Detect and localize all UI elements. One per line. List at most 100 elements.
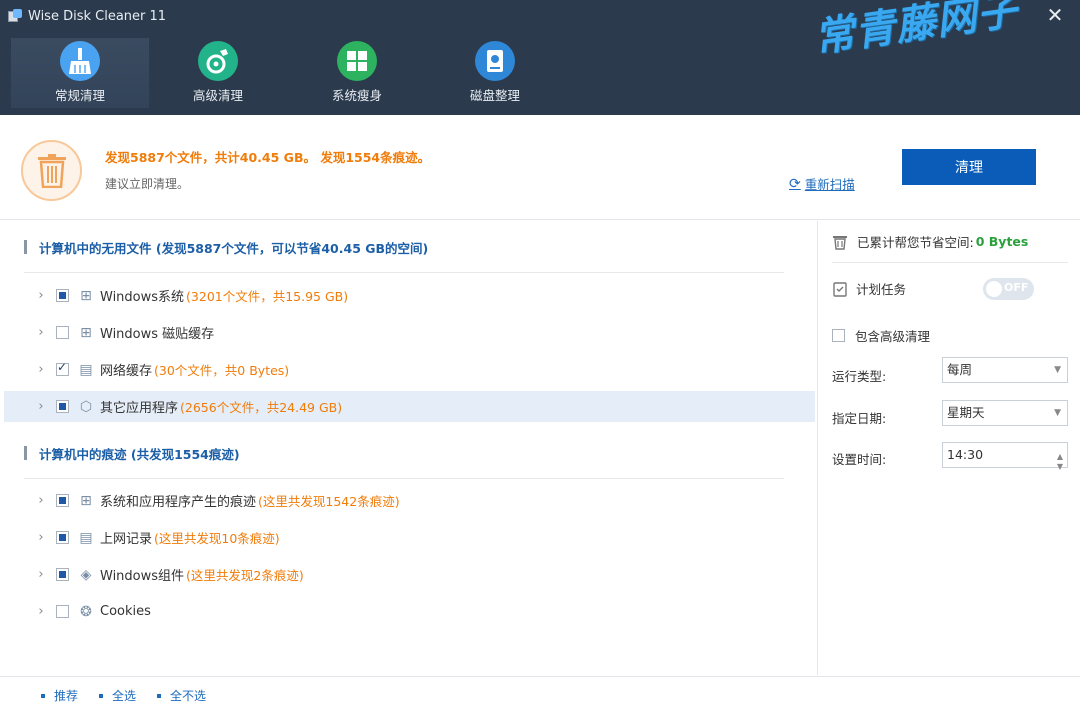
schedule-toggle[interactable]: OFF — [983, 278, 1034, 300]
scheduled-task: 计划任务 — [832, 279, 906, 298]
dropdown-arrow-icon: ▼ — [1054, 408, 1061, 418]
chevron-right-icon[interactable]: › — [34, 567, 48, 582]
suggest-text: 建议立即清理。 — [105, 177, 190, 191]
schedule-label: 计划任务 — [856, 282, 907, 297]
chevron-right-icon[interactable]: › — [34, 399, 48, 414]
time-spinner[interactable]: 14:30 ▲ ▼ — [942, 442, 1068, 471]
list-item-network-cache[interactable]: › ▤ 网络缓存 (30个文件，共0 Bytes) — [4, 354, 815, 385]
clipboard-check-icon — [833, 281, 847, 297]
disk-clean-icon — [198, 41, 238, 81]
chevron-right-icon[interactable]: › — [34, 325, 48, 340]
run-type-select[interactable]: 每周 ▼ — [942, 357, 1068, 383]
item-name: 上网记录 — [100, 532, 153, 547]
item-name: 网络缓存 — [100, 364, 153, 379]
trash-small-icon — [833, 235, 847, 250]
include-advanced-label: 包含高级清理 — [855, 329, 931, 344]
checkbox[interactable] — [56, 360, 69, 376]
checkbox[interactable] — [56, 326, 69, 339]
rescan-link[interactable]: ⟳ 重新扫描 — [789, 174, 855, 193]
toggle-label: OFF — [1004, 281, 1029, 294]
item-name: Cookies — [100, 604, 151, 619]
item-count: (这里共发现1542条痕迹) — [258, 494, 400, 509]
include-advanced[interactable]: 包含高级清理 — [832, 326, 930, 345]
broom-icon — [60, 41, 100, 81]
select-all-link[interactable]: 全选 — [99, 687, 136, 704]
checkbox[interactable] — [56, 531, 69, 544]
dropdown-arrow-icon: ▼ — [1054, 365, 1061, 375]
list-item-windows-system[interactable]: › ⊞ Windows系统 (3201个文件，共15.95 GB) — [4, 280, 815, 311]
section-header-junk-files: 计算机中的无用文件 (发现5887个文件，可以节省40.45 GB的空间) — [24, 237, 428, 257]
item-name: Windows 磁贴缓存 — [100, 327, 215, 342]
chevron-right-icon[interactable]: › — [34, 288, 48, 303]
list-item-cookies[interactable]: › ❂ Cookies — [4, 596, 815, 627]
checkbox[interactable] — [56, 605, 69, 618]
tab-advanced-clean[interactable]: 高级清理 — [149, 38, 287, 108]
defrag-icon — [475, 41, 515, 81]
cookie-icon: ❂ — [80, 603, 92, 620]
network-cache-icon: ▤ — [79, 361, 93, 378]
rescan-label: 重新扫描 — [804, 177, 855, 192]
checkbox[interactable] — [56, 289, 69, 302]
recommend-link[interactable]: 推荐 — [41, 687, 78, 704]
window-title: Wise Disk Cleaner 11 — [28, 8, 167, 24]
list-item-tile-cache[interactable]: › ⊞ Windows 磁贴缓存 — [4, 317, 815, 348]
app-logo-icon — [8, 9, 22, 23]
chevron-right-icon[interactable]: › — [34, 362, 48, 377]
item-name: 其它应用程序 — [100, 401, 179, 416]
section-header-traces: 计算机中的痕迹 (共发现1554痕迹) — [24, 443, 240, 463]
tab-label: 高级清理 — [192, 88, 243, 103]
item-name: 系统和应用程序产生的痕迹 — [100, 495, 257, 510]
tab-label: 磁盘整理 — [469, 88, 520, 103]
tiles-icon: ⊞ — [80, 324, 92, 341]
trash-icon — [21, 140, 82, 201]
section-title: 计算机中的无用文件 (发现5887个文件，可以节省40.45 GB的空间) — [39, 240, 429, 256]
divider — [24, 272, 784, 273]
close-icon[interactable]: ✕ — [1044, 4, 1066, 26]
chevron-right-icon[interactable]: › — [34, 530, 48, 545]
item-count: (2656个文件，共24.49 GB) — [180, 400, 343, 415]
found-summary: 发现5887个文件，共计40.45 GB。 发现1554条痕迹。 — [105, 150, 431, 165]
spin-down-icon[interactable]: ▼ — [1057, 455, 1063, 479]
tab-regular-clean[interactable]: 常规清理 — [11, 38, 149, 108]
saved-label: 已累计帮您节省空间: — [857, 235, 974, 250]
checkbox[interactable] — [56, 400, 69, 413]
windows-icon — [337, 41, 377, 81]
cube-icon: ⬡ — [79, 398, 93, 415]
chevron-right-icon[interactable]: › — [34, 604, 48, 619]
windows-grid-icon: ⊞ — [80, 492, 92, 509]
item-count: (3201个文件，共15.95 GB) — [186, 289, 349, 304]
chevron-right-icon[interactable]: › — [34, 493, 48, 508]
scan-summary: 发现5887个文件，共计40.45 GB。 发现1554条痕迹。 建议立即清理。… — [0, 115, 1080, 220]
tab-label: 系统瘦身 — [331, 88, 382, 103]
list-item-windows-components[interactable]: › ◈ Windows组件 (这里共发现2条痕迹) — [4, 559, 815, 590]
refresh-icon: ⟳ — [789, 175, 801, 192]
item-count: (这里共发现10条痕迹) — [154, 531, 280, 546]
watermark: 常青藤网子 — [811, 0, 1021, 62]
clean-list: 计算机中的无用文件 (发现5887个文件，可以节省40.45 GB的空间) › … — [0, 221, 817, 675]
tab-system-slim[interactable]: 系统瘦身 — [288, 38, 426, 108]
saved-space: 已累计帮您节省空间: 0 Bytes — [832, 232, 1028, 251]
time-label: 设置时间: — [832, 452, 887, 467]
run-type-label: 运行类型: — [832, 369, 887, 384]
footer-bar: 推荐 全选 全不选 — [0, 676, 1080, 715]
saved-value: 0 Bytes — [975, 234, 1029, 249]
tab-label: 常规清理 — [54, 88, 105, 103]
select-none-link[interactable]: 全不选 — [157, 687, 206, 704]
title-bar: Wise Disk Cleaner 11 — [8, 6, 166, 26]
schedule-panel: 已累计帮您节省空间: 0 Bytes 计划任务 OFF 包含高级清理 运行类型:… — [817, 221, 1080, 675]
checkbox[interactable] — [56, 494, 69, 507]
tab-defrag[interactable]: 磁盘整理 — [426, 38, 564, 108]
date-label: 指定日期: — [832, 411, 887, 426]
list-item-browser-history[interactable]: › ▤ 上网记录 (这里共发现10条痕迹) — [4, 522, 815, 553]
date-select[interactable]: 星期天 ▼ — [942, 400, 1068, 426]
checkbox[interactable] — [832, 329, 845, 342]
windows-grid-icon: ⊞ — [80, 287, 92, 304]
item-count: (这里共发现2条痕迹) — [186, 568, 304, 583]
item-count: (30个文件，共0 Bytes) — [154, 363, 290, 378]
browser-history-icon: ▤ — [79, 529, 93, 546]
checkbox[interactable] — [56, 568, 69, 581]
list-item-system-traces[interactable]: › ⊞ 系统和应用程序产生的痕迹 (这里共发现1542条痕迹) — [4, 485, 815, 516]
list-item-other-apps[interactable]: › ⬡ 其它应用程序 (2656个文件，共24.49 GB) — [4, 391, 815, 422]
clean-button[interactable]: 清理 — [902, 149, 1036, 185]
item-name: Windows系统 — [100, 290, 185, 305]
